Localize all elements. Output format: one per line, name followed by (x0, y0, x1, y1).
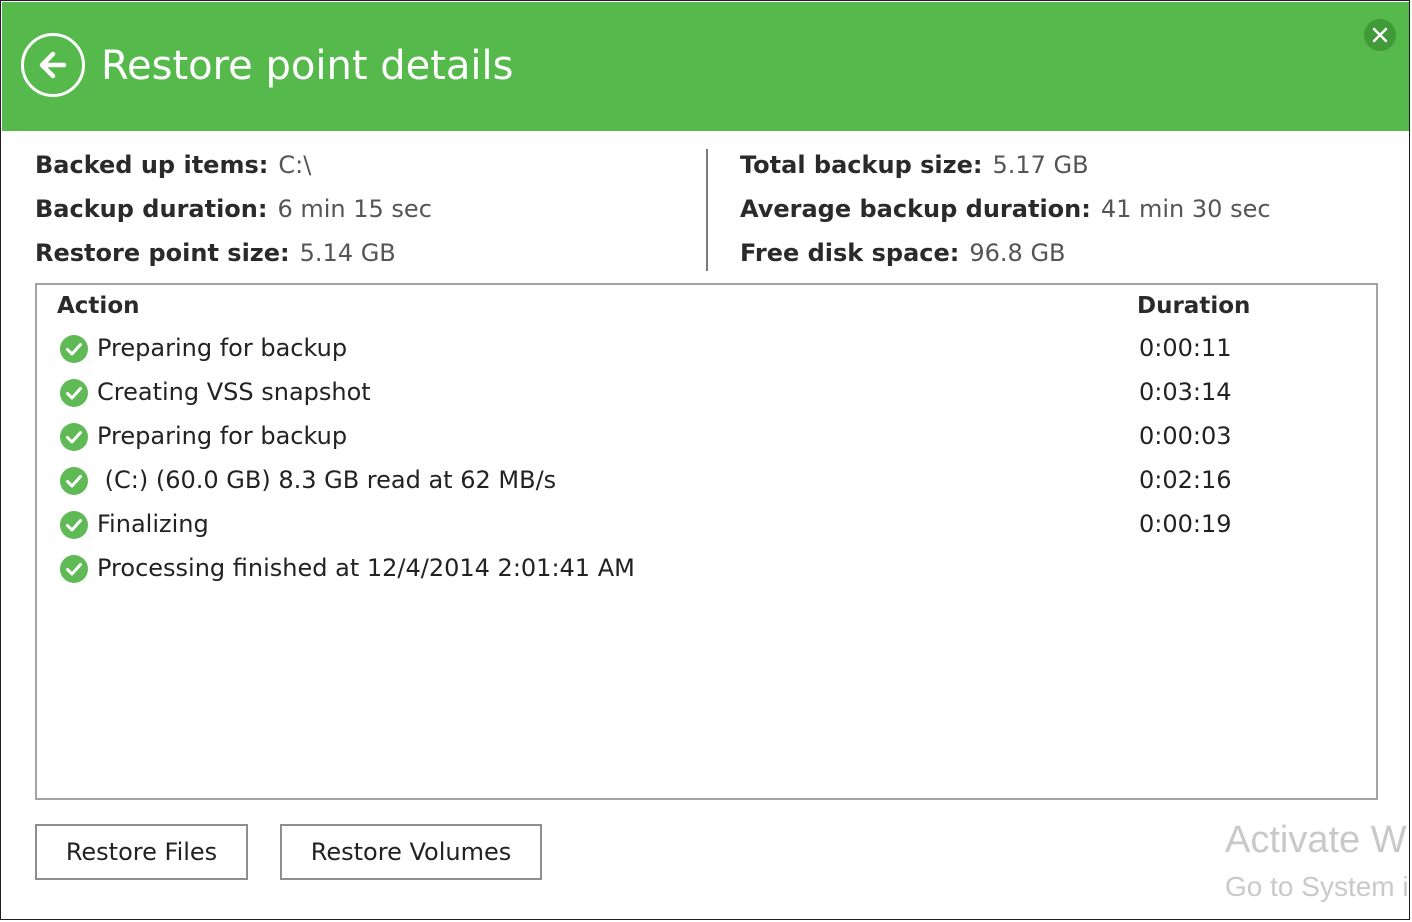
log-row[interactable]: Creating VSS snapshot 0:03:14 (59, 374, 1259, 410)
close-icon (1372, 27, 1388, 43)
log-duration: 0:00:19 (1139, 510, 1232, 538)
summary-label: Restore point size: (35, 239, 290, 267)
restore-files-button[interactable]: Restore Files (35, 824, 248, 880)
log-duration: 0:00:11 (1139, 334, 1232, 362)
page-title: Restore point details (101, 43, 514, 89)
restore-point-details-window: Restore point details Backed up items: C:… (0, 0, 1410, 920)
log-action: (C:) (60.0 GB) 8.3 GB read at 62 MB/s (97, 466, 557, 494)
summary-value: 96.8 GB (969, 239, 1066, 267)
summary-backed-up-items: Backed up items: C:\ (35, 149, 311, 181)
success-check-icon (60, 511, 88, 539)
log-duration: 0:03:14 (1139, 378, 1232, 406)
restore-volumes-button[interactable]: Restore Volumes (280, 824, 542, 880)
log-duration: 0:02:16 (1139, 466, 1232, 494)
log-row[interactable]: (C:) (60.0 GB) 8.3 GB read at 62 MB/s 0:0… (59, 462, 1259, 498)
summary-label: Free disk space: (740, 239, 960, 267)
summary-label: Backup duration: (35, 195, 268, 223)
log-row[interactable]: Finalizing 0:00:19 (59, 506, 1259, 542)
log-action: Preparing for backup (97, 334, 348, 362)
log-row[interactable]: Preparing for backup 0:00:03 (59, 418, 1259, 454)
summary-value: 6 min 15 sec (277, 195, 432, 223)
success-check-icon (60, 423, 88, 451)
log-action: Finalizing (97, 510, 209, 538)
summary-value: 5.14 GB (299, 239, 396, 267)
log-row[interactable]: Processing finished at 12/4/2014 2:01:41… (59, 550, 1259, 586)
summary-divider (706, 149, 708, 271)
column-header-duration: Duration (1137, 293, 1251, 319)
success-check-icon (60, 379, 88, 407)
log-duration: 0:00:03 (1139, 422, 1232, 450)
summary-value: 5.17 GB (992, 151, 1089, 179)
summary-value: C:\ (278, 151, 312, 179)
header-bar: Restore point details (2, 2, 1409, 131)
summary-label: Average backup duration: (740, 195, 1091, 223)
success-check-icon (60, 335, 88, 363)
summary-value: 41 min 30 sec (1100, 195, 1271, 223)
back-button[interactable] (21, 33, 85, 97)
summary-free-disk-space: Free disk space: 96.8 GB (740, 237, 1066, 269)
column-header-action: Action (57, 293, 140, 319)
success-check-icon (60, 467, 88, 495)
log-action: Preparing for backup (97, 422, 348, 450)
summary-restore-point-size: Restore point size: 5.14 GB (35, 237, 396, 269)
log-action: Processing finished at 12/4/2014 2:01:41… (97, 554, 635, 582)
log-row[interactable]: Preparing for backup 0:00:11 (59, 330, 1259, 366)
summary-label: Total backup size: (740, 151, 983, 179)
close-button[interactable] (1364, 19, 1396, 51)
summary-label: Backed up items: (35, 151, 269, 179)
summary-average-backup-duration: Average backup duration: 41 min 30 sec (740, 193, 1271, 225)
activation-watermark-subtitle: Go to System i (1225, 871, 1409, 902)
summary-backup-duration: Backup duration: 6 min 15 sec (35, 193, 432, 225)
success-check-icon (60, 555, 88, 583)
activation-watermark-title: Activate W (1225, 819, 1407, 861)
log-action: Creating VSS snapshot (97, 378, 371, 406)
back-arrow-circle-icon (39, 51, 67, 79)
summary-total-backup-size: Total backup size: 5.17 GB (740, 149, 1089, 181)
